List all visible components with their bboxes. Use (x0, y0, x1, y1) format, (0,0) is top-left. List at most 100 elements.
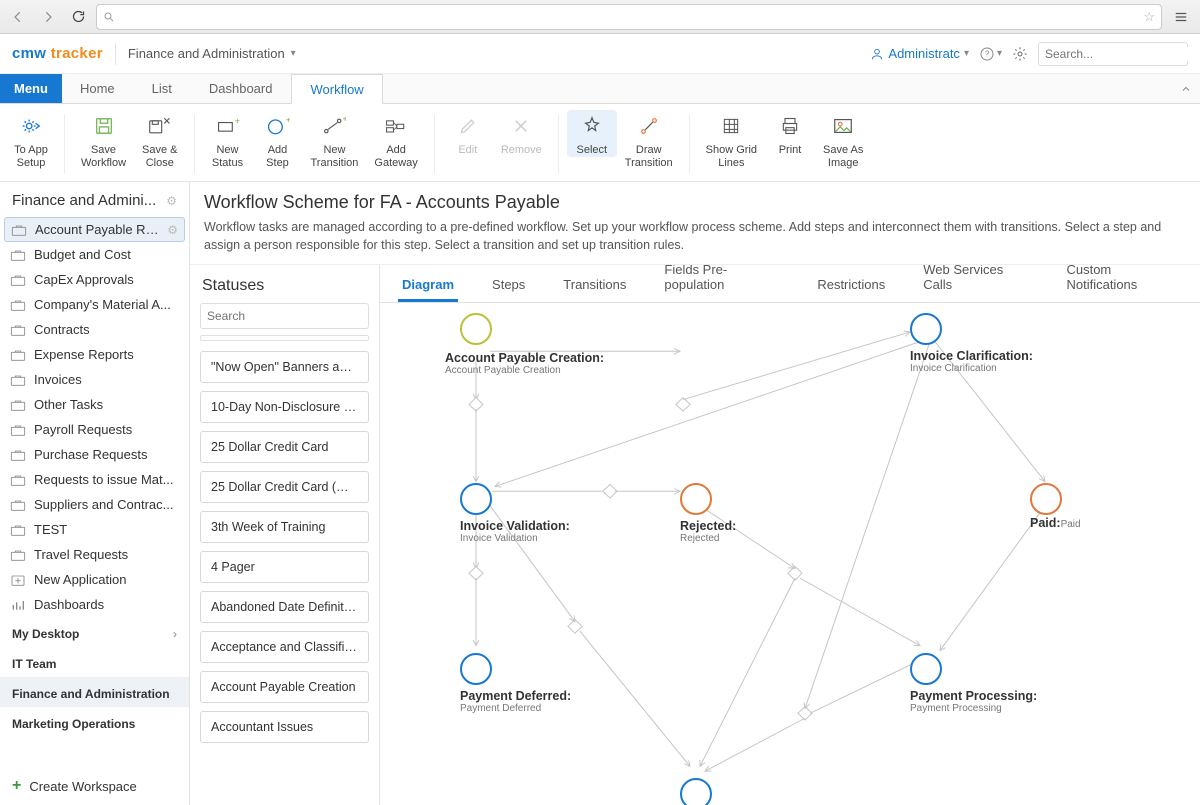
sidebar-section[interactable]: Marketing Operations (0, 707, 189, 737)
sidebar-item[interactable]: Payroll Requests (0, 417, 189, 442)
status-item[interactable]: 3th Week of Training (200, 511, 369, 543)
print-icon (776, 112, 804, 140)
url-input[interactable] (121, 9, 1137, 24)
breadcrumb-label: Finance and Administration (128, 46, 285, 61)
user-link[interactable]: Administratc ▾ (870, 46, 969, 61)
status-item[interactable]: 10-Day Non-Disclosure Init... (200, 391, 369, 423)
create-workspace-button[interactable]: + Create Workspace (0, 767, 189, 805)
subtab-transitions[interactable]: Transitions (559, 277, 630, 302)
sidebar-item[interactable]: Other Tasks (0, 392, 189, 417)
sidebar-item[interactable]: Budget and Cost⚙ (0, 242, 189, 267)
ribbon-grid[interactable]: Show GridLines (698, 110, 765, 169)
gear-icon[interactable]: ⚙ (167, 223, 178, 237)
diagram-node-paid[interactable]: Paid:Paid (1030, 483, 1081, 530)
status-item[interactable]: 25 Dollar Credit Card (200, 431, 369, 463)
sidebar-item[interactable]: Travel Requests (0, 542, 189, 567)
diagram-node-start[interactable] (460, 313, 492, 345)
ribbon-add-step[interactable]: +AddStep (253, 110, 303, 169)
svg-text:+: + (234, 115, 239, 125)
save-icon (90, 112, 118, 140)
sidebar-item[interactable]: Contracts (0, 317, 189, 342)
forward-button[interactable] (36, 5, 60, 29)
menu-tab-dashboard[interactable]: Dashboard (191, 74, 292, 103)
diagram-node-processing[interactable]: Payment Processing: Payment Processing (910, 653, 1037, 714)
sidebar-item[interactable]: Invoices (0, 367, 189, 392)
diagram-node-deferred[interactable]: Payment Deferred: Payment Deferred (460, 653, 571, 714)
browser-toolbar: ☆ (0, 0, 1200, 34)
ribbon-new-status[interactable]: +NewStatus (203, 110, 253, 169)
header-search[interactable] (1038, 42, 1188, 66)
menu-tab-home[interactable]: Home (62, 74, 134, 103)
ribbon-gear-to[interactable]: To AppSetup (6, 110, 56, 169)
subtab-diagram[interactable]: Diagram (398, 277, 458, 302)
reload-button[interactable] (66, 5, 90, 29)
sidebar-item[interactable]: CapEx Approvals (0, 267, 189, 292)
status-item[interactable]: Acceptance and Classificati... (200, 631, 369, 663)
plus-icon: + (12, 777, 21, 795)
subtab-custom-notifications[interactable]: Custom Notifications (1062, 265, 1182, 302)
collapse-ribbon-button[interactable] (1172, 74, 1200, 103)
gear-icon[interactable]: ⚙ (166, 194, 177, 208)
statuses-search-input[interactable] (207, 309, 362, 323)
back-button[interactable] (6, 5, 30, 29)
sidebar-item[interactable]: Company's Material A... (0, 292, 189, 317)
subtab-restrictions[interactable]: Restrictions (813, 277, 889, 302)
ribbon-save-image[interactable]: Save AsImage (815, 110, 871, 169)
diagram-node-validation[interactable]: Invoice Validation: Invoice Validation (460, 483, 570, 544)
statuses-search[interactable] (200, 303, 369, 329)
status-item[interactable]: 25 Dollar Credit Card (Moc... (200, 471, 369, 503)
sidebar-section[interactable]: My Desktop› (0, 617, 189, 647)
help-button[interactable]: ? ▾ (979, 46, 1002, 62)
sidebar-item[interactable]: Requests to issue Mat... (0, 467, 189, 492)
menu-button[interactable]: Menu (0, 74, 62, 103)
draw-transition-icon (635, 112, 663, 140)
ribbon-draw-transition[interactable]: DrawTransition (617, 110, 681, 169)
sidebar-section[interactable]: IT Team (0, 647, 189, 677)
new-status-icon: + (214, 112, 242, 140)
browser-menu-button[interactable] (1168, 10, 1194, 24)
ribbon-save[interactable]: SaveWorkflow (73, 110, 134, 169)
subtab-steps[interactable]: Steps (488, 277, 529, 302)
create-workspace-label: Create Workspace (29, 779, 136, 794)
user-icon (870, 47, 884, 61)
sidebar-item[interactable]: Account Payable Requ...⚙ (4, 217, 185, 242)
diagram-node-clarification[interactable]: Invoice Clarification: Invoice Clarifica… (910, 313, 1033, 374)
diagram-node-creation-label: Account Payable Creation: Account Payabl… (445, 347, 604, 376)
status-item[interactable]: "Now Open" Banners and/... (200, 351, 369, 383)
diagram-node-rejected[interactable]: Rejected: Rejected (680, 483, 736, 544)
ribbon-select[interactable]: Select (567, 110, 617, 157)
sidebar-item[interactable]: Dashboards (0, 592, 189, 617)
grid-icon (717, 112, 745, 140)
subtab-fields-pre-population[interactable]: Fields Pre-population (660, 265, 783, 302)
menu-tab-list[interactable]: List (134, 74, 191, 103)
status-item[interactable]: 4 Pager (200, 551, 369, 583)
status-item[interactable]: Abandoned Date Definition (200, 591, 369, 623)
statuses-panel: Statuses "Now Open" Banners and/...10-Da… (190, 265, 380, 805)
ribbon-print[interactable]: Print (765, 110, 815, 157)
sidebar-section[interactable]: Finance and Administration (0, 677, 189, 707)
ribbon-add-gateway[interactable]: AddGateway (366, 110, 425, 169)
ribbon-toolbar: To AppSetup SaveWorkflowSave &Close +NewSt… (0, 104, 1200, 182)
sidebar-item[interactable]: Expense Reports (0, 342, 189, 367)
status-item[interactable]: Accountant Issues (200, 711, 369, 743)
sidebar-item[interactable]: Suppliers and Contrac... (0, 492, 189, 517)
ribbon-remove: Remove (493, 110, 550, 157)
remove-icon (507, 112, 535, 140)
diagram-node-bottom[interactable] (680, 778, 712, 805)
sidebar-item[interactable]: TEST (0, 517, 189, 542)
status-item[interactable]: Account Payable Creation (200, 671, 369, 703)
subtab-web-services-calls[interactable]: Web Services Calls (919, 265, 1032, 302)
header-search-input[interactable] (1045, 47, 1200, 61)
sidebar-item[interactable]: New Application (0, 567, 189, 592)
diagram-canvas[interactable]: Account Payable Creation: Account Payabl… (380, 303, 1200, 805)
help-icon: ? (979, 46, 995, 62)
ribbon-new-transition[interactable]: +NewTransition (303, 110, 367, 169)
settings-button[interactable] (1012, 46, 1028, 62)
add-gateway-icon (382, 112, 410, 140)
menu-tab-workflow[interactable]: Workflow (291, 74, 382, 104)
ribbon-save-close[interactable]: Save &Close (134, 110, 185, 169)
url-bar[interactable]: ☆ (96, 4, 1162, 30)
breadcrumb[interactable]: Finance and Administration ▾ (128, 46, 296, 61)
bookmark-icon[interactable]: ☆ (1143, 9, 1155, 25)
sidebar-item[interactable]: Purchase Requests (0, 442, 189, 467)
